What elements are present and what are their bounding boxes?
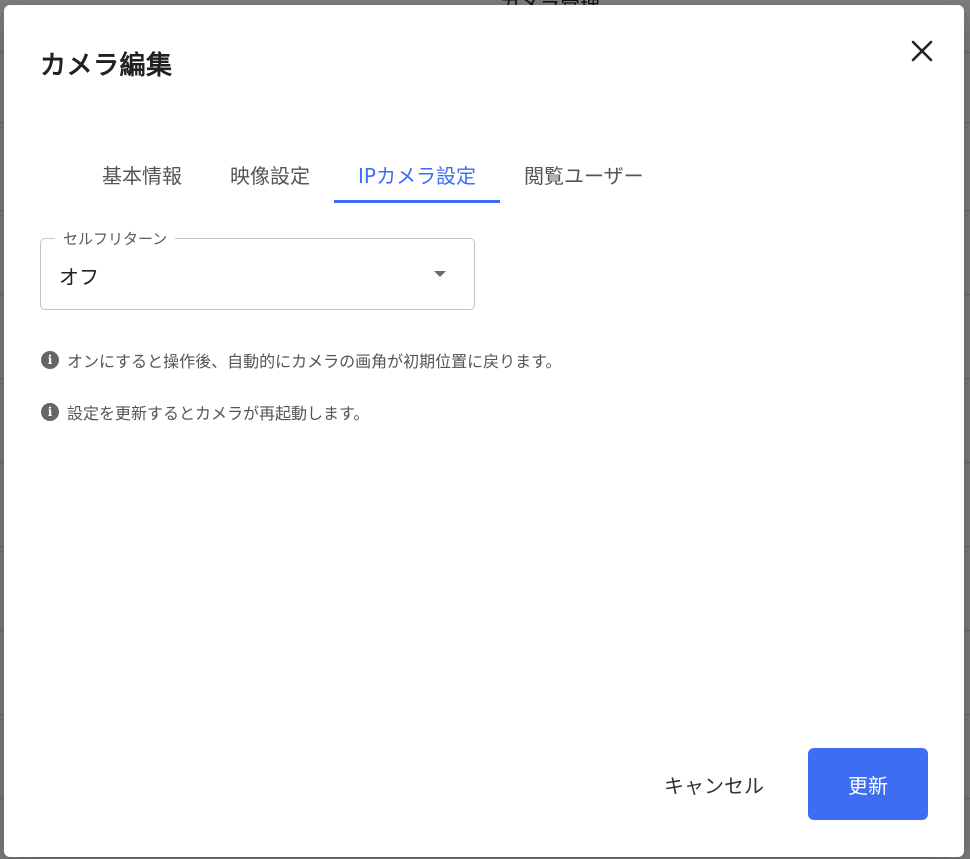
dropdown-arrow-icon — [434, 271, 446, 277]
info-note-text: オンにすると操作後、自動的にカメラの画角が初期位置に戻ります。 — [67, 352, 562, 371]
info-note: i 設定を更新するとカメラが再起動します。 — [41, 400, 369, 424]
tab-ip-camera-settings[interactable]: IPカメラ設定 — [334, 145, 500, 203]
info-icon: i — [41, 351, 59, 369]
dialog-title: カメラ編集 — [40, 51, 173, 81]
tab-video-settings[interactable]: 映像設定 — [206, 145, 334, 203]
tab-bar: 基本情報 映像設定 IPカメラ設定 閲覧ユーザー — [78, 145, 668, 203]
tab-viewer-users[interactable]: 閲覧ユーザー — [500, 145, 668, 203]
close-icon — [911, 40, 933, 62]
self-return-select[interactable]: セルフリターン オフ — [40, 228, 475, 310]
info-note-text: 設定を更新するとカメラが再起動します。 — [67, 404, 370, 423]
update-button[interactable]: 更新 — [808, 748, 928, 820]
self-return-value: オフ — [59, 265, 99, 289]
info-icon: i — [41, 403, 59, 421]
close-button[interactable] — [906, 35, 938, 67]
tab-basic-info[interactable]: 基本情報 — [78, 145, 206, 203]
info-note: i オンにすると操作後、自動的にカメラの画角が初期位置に戻ります。 — [41, 348, 562, 372]
self-return-label: セルフリターン — [55, 228, 176, 249]
camera-edit-dialog: カメラ編集 基本情報 映像設定 IPカメラ設定 閲覧ユーザー セルフリターン オ… — [4, 5, 964, 857]
cancel-button[interactable]: キャンセル — [644, 748, 784, 820]
